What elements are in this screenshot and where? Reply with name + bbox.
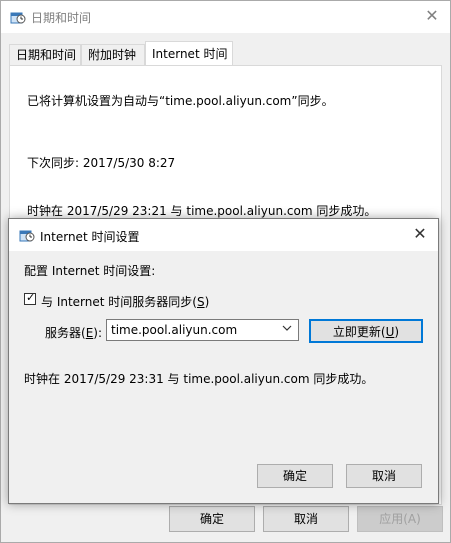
sync-checkbox[interactable]: ✓: [24, 291, 36, 305]
server-value: time.pool.aliyun.com: [111, 323, 238, 337]
next-sync-text: 下次同步: 2017/5/30 8:27: [27, 156, 176, 170]
dialog-cancel-button[interactable]: 取消: [346, 464, 422, 488]
ok-button[interactable]: 确定: [169, 506, 255, 532]
close-icon[interactable]: ✕: [422, 6, 442, 26]
apply-button[interactable]: 应用(A): [357, 506, 443, 532]
update-now-button[interactable]: 立即更新(U): [309, 319, 423, 343]
dialog-title: Internet 时间设置: [40, 230, 140, 244]
sync-status-text: 时钟在 2017/5/29 23:31 与 time.pool.aliyun.c…: [24, 372, 374, 386]
title-bar: 日期和时间 ✕: [1, 1, 450, 33]
date-time-icon: [19, 230, 35, 242]
server-select[interactable]: time.pool.aliyun.com: [106, 319, 299, 341]
last-sync-text: 时钟在 2017/5/29 23:21 与 time.pool.aliyun.c…: [27, 204, 377, 218]
tab-date-time[interactable]: 日期和时间: [9, 44, 81, 65]
dialog-title-bar: Internet 时间设置 ✕: [9, 219, 438, 251]
tab-internet-time[interactable]: Internet 时间: [145, 41, 233, 66]
server-label: 服务器(E):: [45, 326, 103, 340]
configure-label: 配置 Internet 时间设置:: [24, 264, 156, 278]
sync-checkbox-label[interactable]: 与 Internet 时间服务器同步(S): [41, 293, 209, 310]
chevron-down-icon: [282, 325, 292, 331]
date-time-icon: [10, 12, 26, 24]
tab-additional-clocks[interactable]: 附加时钟: [81, 44, 145, 65]
window-title: 日期和时间: [31, 11, 92, 25]
checkmark-icon: ✓: [26, 291, 36, 304]
internet-time-settings-dialog: Internet 时间设置 ✕ 配置 Internet 时间设置: ✓ 与 In…: [8, 218, 439, 504]
sync-configured-text: 已将计算机设置为自动与“time.pool.aliyun.com”同步。: [27, 94, 334, 108]
cancel-button[interactable]: 取消: [263, 506, 349, 532]
dialog-ok-button[interactable]: 确定: [257, 464, 333, 488]
close-icon[interactable]: ✕: [410, 224, 430, 244]
